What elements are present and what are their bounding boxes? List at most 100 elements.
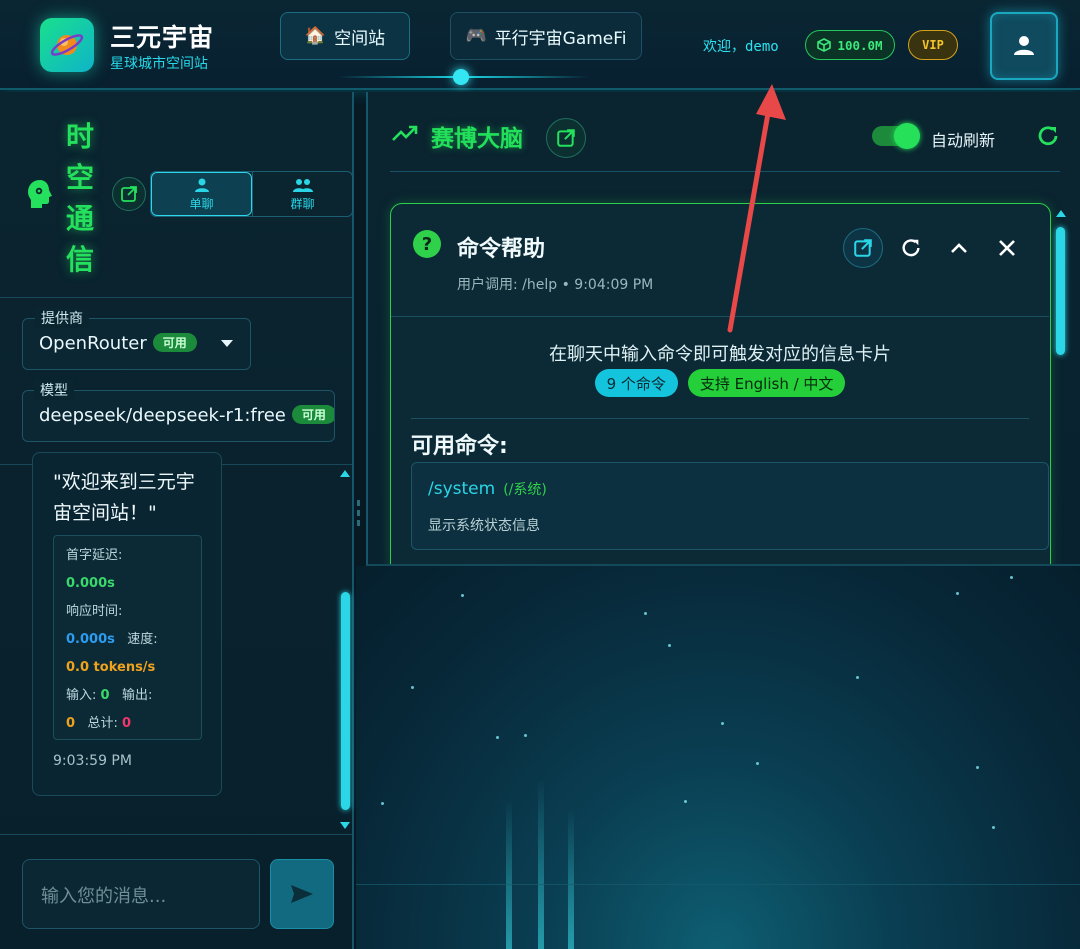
star [524,734,527,737]
title-char: 信 [66,243,95,276]
chat-panel: 时 空 通 信 单聊 群聊 提供商 OpenRouter 可用 deepseek… [0,92,354,949]
star [721,722,724,725]
scroll-up-arrow-icon[interactable] [1056,210,1066,217]
logo-icon[interactable] [40,18,94,72]
provider-select[interactable]: 提供商 OpenRouter 可用 [22,308,251,370]
language-support-badge: 支持 English / 中文 [687,369,846,397]
nav-indicator-dot [453,69,469,85]
refresh-icon[interactable] [1036,124,1060,148]
total-value: 0 [121,716,132,731]
refresh-icon [902,239,920,257]
nav-label: 平行宇宙GameFi [494,28,627,49]
cube-icon [817,38,832,52]
star [756,762,759,765]
provider-value-row: OpenRouter 可用 [39,333,197,354]
chevron-up-icon [951,243,967,253]
title-char: 通 [66,202,95,235]
first-token-label: 首字延迟: [66,548,123,563]
panel-title: 赛博大脑 [431,126,523,152]
external-link-icon [557,129,575,147]
command-list-item[interactable]: /system (/系统) 显示系统状态信息 [411,462,1049,550]
scroll-up-arrow-icon[interactable] [340,470,350,477]
divider [0,297,352,298]
card-scrollbar-thumb[interactable] [1056,227,1065,355]
star [381,802,384,805]
divider [390,171,1060,172]
output-label: 输出: [121,688,153,703]
divider [391,316,1049,317]
output-value: 0 [66,716,76,731]
star [992,826,995,829]
command-alias: (/系统) [503,482,547,498]
trending-up-icon [392,125,418,141]
message-text: "欢迎来到三元宇宙空间站！" [53,471,195,524]
command-description: 显示系统状态信息 [428,518,540,534]
vip-badge[interactable]: VIP [908,30,958,60]
card-close-button[interactable] [987,228,1027,268]
model-value: deepseek/deepseek-r1:free [39,405,286,426]
card-title: 命令帮助 [457,237,546,262]
tab-label: 单聊 [189,196,214,211]
scroll-down-arrow-icon[interactable] [340,822,350,829]
light-beam [506,799,512,949]
credit-badge[interactable]: 100.0M [805,30,895,60]
divider [411,418,1029,419]
tab-single-chat[interactable]: 单聊 [151,172,252,216]
nav-space-station-button[interactable]: 🏠 空间站 [280,12,410,60]
response-value: 0.000s [66,632,115,647]
open-external-button[interactable] [546,118,586,158]
message-time: 9:03:59 PM [53,753,132,769]
open-external-button[interactable] [112,177,146,211]
send-icon [291,885,313,903]
light-beam [538,779,544,949]
speed-label: 速度: [127,632,158,647]
command-name-row: /system (/系统) [428,479,547,499]
chevron-down-icon [221,340,233,347]
card-refresh-button[interactable] [891,228,931,268]
chat-scrollbar-thumb[interactable] [341,592,350,810]
response-label: 响应时间: [66,604,123,619]
model-status-badge: 可用 [291,405,334,424]
available-commands-heading: 可用命令: [411,434,508,459]
star [976,766,979,769]
tab-group-chat[interactable]: 群聊 [252,172,352,216]
user-profile-button[interactable] [990,12,1058,80]
title-char: 时 [66,120,95,153]
card-open-external-button[interactable] [843,228,883,268]
command-name: /system [428,479,496,499]
provider-value: OpenRouter [39,333,147,354]
card-description: 在聊天中输入命令即可触发对应的信息卡片 [549,344,891,365]
cyber-brain-panel: 赛博大脑 自动刷新 ? 命令帮助 用户调用: /help • 9:04:09 P… [366,92,1080,566]
message-input[interactable]: 输入您的消息... [22,859,260,929]
app-subtitle: 星球城市空间站 [110,56,208,72]
title-char: 空 [66,161,95,194]
nav-gamefi-button[interactable]: 🎮 平行宇宙GameFi [450,12,642,60]
gamepad-icon: 🎮 [465,26,487,46]
brain-head-icon [24,178,56,210]
panel-resize-handle[interactable] [354,500,362,540]
tab-label: 群聊 [290,196,315,211]
auto-refresh-label: 自动刷新 [931,131,996,150]
divider [356,884,1080,885]
model-label: 模型 [34,380,74,400]
provider-status-badge: 可用 [152,333,197,352]
star [496,736,499,739]
send-button[interactable] [270,859,334,929]
total-label: 总计: [87,716,118,731]
space-background [356,566,1080,949]
toggle-knob[interactable] [894,123,920,149]
external-link-icon [121,186,137,202]
star [644,612,647,615]
model-value-row: deepseek/deepseek-r1:free 可用 [39,405,334,426]
nav-label: 空间站 [334,28,386,49]
provider-label: 提供商 [35,308,89,328]
input-value: 0 [100,688,110,703]
message-input-area: 输入您的消息... [0,834,352,949]
command-help-card: ? 命令帮助 用户调用: /help • 9:04:09 PM 在聊天中输入命令… [390,203,1051,564]
question-icon: ? [413,230,441,258]
input-label: 输入: [66,688,97,703]
chat-mode-tabs: 单聊 群聊 [150,171,353,217]
person-icon [194,178,209,192]
card-collapse-button[interactable] [939,228,979,268]
close-icon [999,240,1015,256]
